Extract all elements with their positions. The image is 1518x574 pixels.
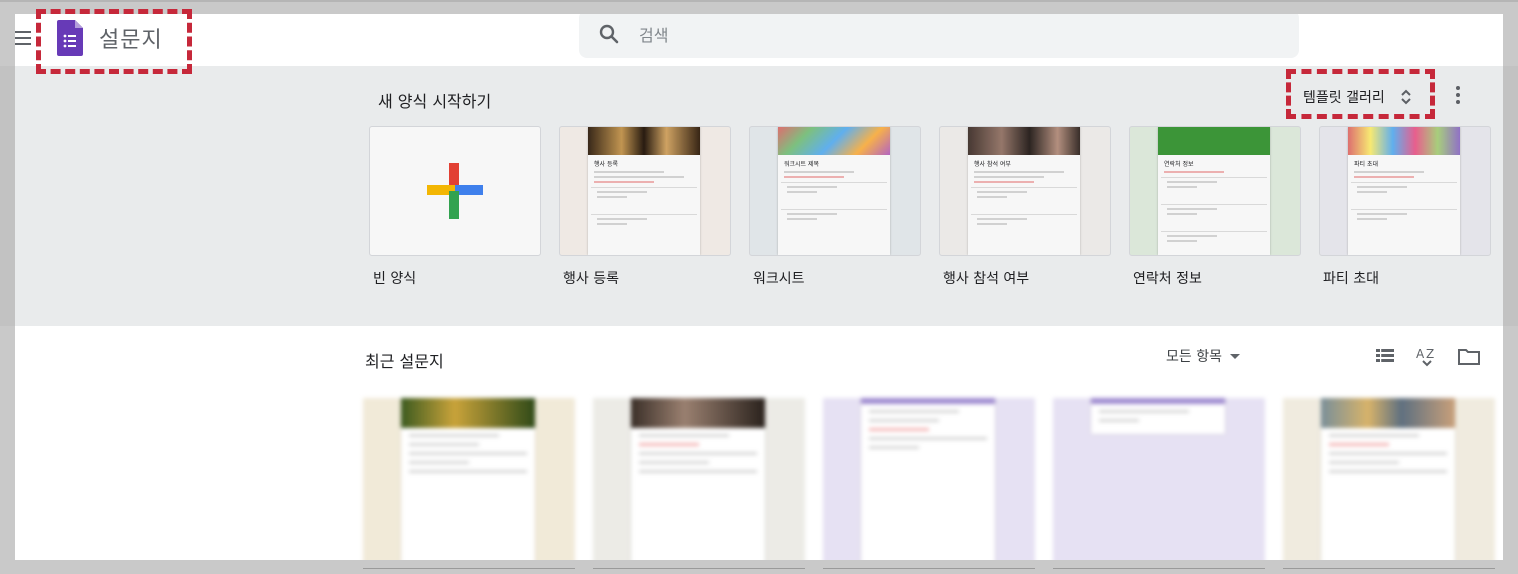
template-thumbnail: 행사 참석 여부 [939,126,1111,256]
highlight-template-gallery [1286,69,1435,119]
sort-az-icon[interactable]: A Z [1415,344,1439,368]
chevron-down-icon [1229,353,1240,359]
form-preview: 워크시트 제목 [778,127,890,255]
list-view-icon[interactable] [1373,344,1397,368]
template-thumbnail: 연락처 정보 [1129,126,1301,256]
template-thumbnail: 행사 등록 [559,126,731,256]
form-preview-title: 파티 초대 [1354,161,1378,168]
template-event-registration[interactable]: 행사 등록 행사 등록 [559,126,731,288]
template-label: 행사 등록 [563,271,619,287]
screen-frame [0,0,1518,2]
folder-icon[interactable] [1457,344,1481,368]
template-label: 연락처 정보 [1133,271,1202,287]
recent-forms-title: 최근 설문지 [365,352,444,371]
template-blank[interactable]: 빈 양식 [369,126,541,288]
search-bar[interactable]: 검색 [579,14,1299,58]
form-preview-title: 연락처 정보 [1164,161,1194,168]
recent-form-card[interactable] [823,398,1035,560]
recent-form-card[interactable] [1283,398,1495,560]
forms-home: 설문지 검색 새 양식 시작하기 템플릿 갤러리 빈 양식 행사 등록 행사 등… [15,14,1503,560]
template-thumbnail: 파티 초대 [1319,126,1491,256]
search-input[interactable]: 검색 [639,22,668,46]
form-preview: 연락처 정보 [1158,127,1270,255]
plus-icon [427,163,483,219]
more-vert-icon[interactable] [1455,86,1461,108]
menu-icon[interactable] [15,25,37,51]
form-preview-title: 행사 등록 [594,161,618,168]
recent-forms-section: 최근 설문지 모든 항목 A Z [15,326,1503,560]
template-label: 행사 참석 여부 [943,271,1030,287]
template-thumbnail [369,126,541,256]
template-contact-info[interactable]: 연락처 정보 연락처 정보 [1129,126,1301,288]
template-rsvp[interactable]: 행사 참석 여부 행사 참석 여부 [939,126,1111,288]
form-preview-title: 행사 참석 여부 [974,161,1011,168]
owner-filter-dropdown[interactable]: 모든 항목 [1166,346,1240,366]
form-preview: 행사 등록 [588,127,700,255]
recent-form-card[interactable] [1053,398,1265,560]
template-worksheet[interactable]: 워크시트 제목 워크시트 [749,126,921,288]
template-label: 파티 초대 [1323,271,1379,287]
form-preview: 파티 초대 [1348,127,1460,255]
template-label: 빈 양식 [373,271,417,287]
form-preview: 행사 참석 여부 [968,127,1080,255]
svg-text:Z: Z [1426,347,1434,361]
recent-form-card[interactable] [363,398,575,560]
top-bar: 설문지 검색 [15,14,1503,66]
bottom-edge [0,560,1518,574]
form-preview-title: 워크시트 제목 [784,161,820,168]
recent-form-card[interactable] [593,398,805,560]
owner-filter-label: 모든 항목 [1166,349,1222,365]
template-party-invite[interactable]: 파티 초대 파티 초대 [1319,126,1491,288]
template-label: 워크시트 [753,271,805,287]
svg-text:A: A [1416,347,1425,361]
search-icon[interactable] [597,22,621,46]
template-section-title: 새 양식 시작하기 [378,92,492,111]
highlight-app-logo [36,9,192,74]
template-thumbnail: 워크시트 제목 [749,126,921,256]
template-section: 새 양식 시작하기 템플릿 갤러리 빈 양식 행사 등록 행사 등록 워크시트 … [15,66,1503,326]
